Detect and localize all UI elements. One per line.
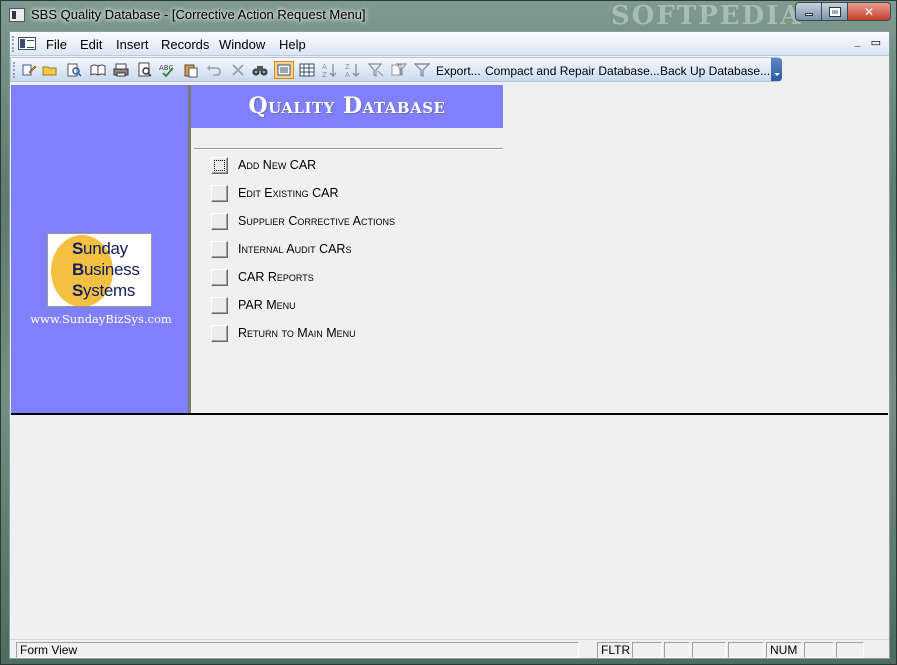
status-num-lock: NUM (766, 642, 802, 658)
add-new-car-button[interactable] (211, 157, 228, 174)
form-view-toggle-icon[interactable] (274, 61, 294, 79)
close-icon: ✕ (863, 4, 875, 19)
form-footer-divider (11, 413, 888, 415)
svg-text:A: A (345, 71, 350, 78)
svg-text:A: A (322, 63, 327, 71)
car-reports-button[interactable] (211, 269, 228, 286)
status-panel-blank-1 (632, 642, 662, 658)
compact-repair-button[interactable]: Compact and Repair Database... (485, 64, 660, 78)
car-reports-label: CAR Reports (238, 270, 314, 284)
close-button[interactable]: ✕ (847, 2, 891, 21)
status-panel-blank-6 (836, 642, 864, 658)
app-window: SBS Quality Database - [Corrective Actio… (0, 0, 897, 665)
menu-records[interactable]: Records (161, 37, 209, 52)
delete-icon[interactable] (230, 62, 246, 78)
datasheet-view-icon[interactable] (299, 62, 315, 78)
filter-by-selection-icon[interactable] (368, 62, 384, 78)
toolbar-options-chevron-icon[interactable] (771, 58, 782, 81)
par-menu-label: PAR Menu (238, 298, 296, 312)
menu-help[interactable]: Help (279, 37, 306, 52)
mdi-restore-button[interactable]: ▭ (871, 36, 881, 49)
apply-filter-icon[interactable] (414, 62, 430, 78)
logo-line-2: Business (72, 260, 140, 279)
client-area: File Edit Insert Records Window Help _ ▭… (9, 31, 890, 659)
filter-by-form-icon[interactable] (391, 62, 407, 78)
toolbar: ABC AZ ZA Export... Compact and Repair D… (10, 57, 782, 82)
add-new-car-label: Add New CAR (238, 158, 317, 172)
company-logo: Sunday Business Systems (47, 233, 152, 307)
status-panel-blank-4 (728, 642, 764, 658)
mdi-minimize-button[interactable]: _ (854, 36, 860, 49)
car-menu-form: Sunday Business Systems www.SundayBizSys… (11, 85, 888, 415)
logo-line-1: Sunday (72, 239, 128, 258)
form-header: Quality Database (191, 85, 503, 128)
window-title: SBS Quality Database - [Corrective Actio… (31, 7, 366, 22)
return-to-main-menu-button[interactable] (211, 325, 228, 342)
status-panel-blank-3 (692, 642, 726, 658)
page-title: Quality Database (248, 93, 446, 119)
menu-grip[interactable] (12, 36, 15, 52)
internal-audit-cars-label: Internal Audit CARs (238, 242, 352, 256)
menu-bar: File Edit Insert Records Window Help _ ▭ (10, 32, 889, 56)
window-controls: ✕ (795, 2, 891, 21)
backup-database-button[interactable]: Back Up Database... (660, 64, 770, 78)
title-bar[interactable]: SBS Quality Database - [Corrective Actio… (1, 1, 896, 31)
supplier-corrective-actions-label: Supplier Corrective Actions (238, 214, 395, 228)
document-window-icon[interactable] (18, 37, 36, 50)
design-view-icon[interactable] (21, 62, 37, 78)
par-menu-button[interactable] (211, 297, 228, 314)
internal-audit-cars-button[interactable] (211, 241, 228, 258)
status-panel-blank-2 (664, 642, 690, 658)
menu-file[interactable]: File (46, 37, 67, 52)
paste-icon[interactable] (183, 62, 199, 78)
file-search-icon[interactable] (66, 62, 82, 78)
app-icon[interactable] (9, 8, 25, 22)
watermark-text: SOFTPEDIA (611, 1, 803, 31)
form-sidebar: Sunday Business Systems www.SundayBizSys… (11, 85, 191, 415)
sort-ascending-icon[interactable]: AZ (322, 62, 338, 78)
open-folder-icon[interactable] (42, 62, 58, 78)
toolbar-grip[interactable] (13, 62, 16, 78)
return-to-main-menu-label: Return to Main Menu (238, 326, 356, 340)
menu-window[interactable]: Window (219, 37, 265, 52)
maximize-icon (828, 6, 841, 17)
menu-insert[interactable]: Insert (116, 37, 149, 52)
status-mode: Form View (16, 642, 579, 658)
print-preview-icon[interactable] (137, 62, 153, 78)
find-binoculars-icon[interactable] (252, 62, 268, 78)
spelling-icon[interactable]: ABC (159, 62, 175, 78)
logo-line-3: Systems (72, 281, 136, 300)
print-icon[interactable] (113, 62, 129, 78)
minimize-icon (804, 13, 813, 16)
header-divider (194, 148, 503, 150)
open-book-icon[interactable] (90, 62, 106, 78)
svg-text:Z: Z (322, 71, 327, 78)
company-url: www.SundayBizSys.com (30, 312, 172, 326)
sort-descending-icon[interactable]: ZA (345, 62, 361, 78)
export-button[interactable]: Export... (436, 64, 481, 78)
status-bar: Form View FLTR NUM (10, 639, 889, 658)
mdi-controls: _ ▭ (854, 36, 881, 49)
undo-icon[interactable] (206, 62, 222, 78)
status-filter: FLTR (597, 642, 630, 658)
supplier-corrective-actions-button[interactable] (211, 213, 228, 230)
menu-edit[interactable]: Edit (80, 37, 102, 52)
edit-existing-car-button[interactable] (211, 185, 228, 202)
maximize-button[interactable] (821, 2, 847, 21)
minimize-button[interactable] (795, 2, 821, 21)
edit-existing-car-label: Edit Existing CAR (238, 186, 339, 200)
svg-text:Z: Z (345, 63, 350, 71)
status-panel-blank-5 (804, 642, 834, 658)
